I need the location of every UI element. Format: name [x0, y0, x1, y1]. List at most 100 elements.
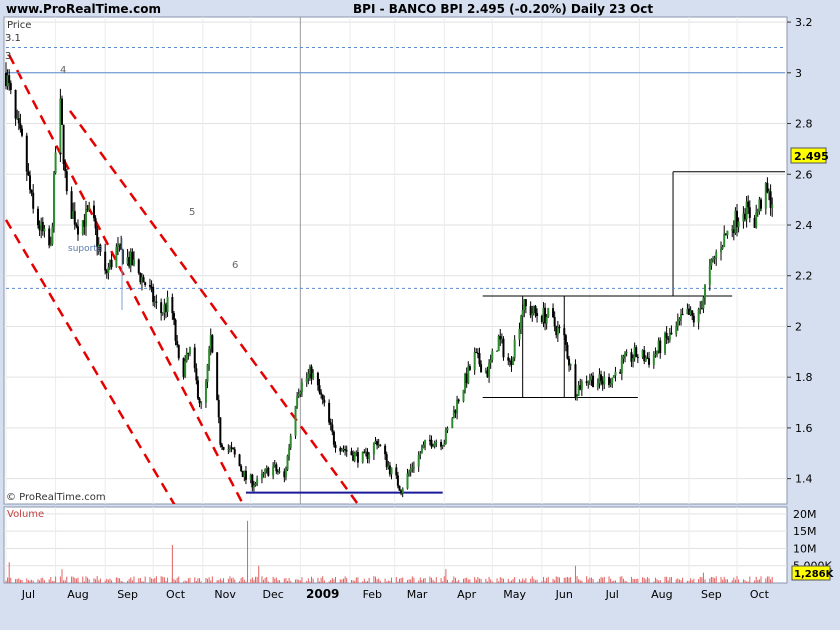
candle-body: [406, 473, 409, 489]
candle-body: [430, 439, 433, 447]
candle-body: [278, 471, 281, 473]
candle-body: [288, 447, 291, 456]
candle-body: [398, 485, 401, 491]
candle-body: [670, 332, 673, 335]
candle-body: [51, 226, 54, 245]
candle-body: [88, 205, 91, 210]
annotation-suporte: suporte: [68, 244, 103, 254]
candle-body: [534, 305, 537, 314]
candle-body: [174, 319, 177, 341]
candle-body: [60, 98, 63, 125]
candle-body: [512, 358, 515, 365]
month-label: Jul: [21, 588, 35, 601]
candle-body: [475, 352, 478, 354]
candle-body: [496, 351, 499, 353]
month-label: Oct: [750, 588, 770, 601]
candle-body: [328, 402, 331, 423]
candle-body: [216, 352, 219, 400]
candle-body: [297, 394, 300, 397]
candle-body: [232, 448, 235, 450]
candle-body: [64, 164, 67, 172]
candle-body: [144, 282, 147, 285]
candle-body: [52, 173, 55, 227]
candle-body: [256, 479, 259, 484]
month-label: Aug: [651, 588, 672, 601]
candle-body: [198, 398, 201, 404]
candle-body: [376, 441, 379, 446]
candle-body: [385, 454, 388, 468]
candle-body: [468, 366, 471, 370]
annotation-6: 6: [232, 260, 238, 271]
candle-body: [25, 135, 28, 172]
candle-body: [166, 297, 169, 312]
candle-body: [678, 318, 681, 321]
candle-body: [76, 226, 79, 235]
candle-body: [368, 454, 371, 460]
candle-body: [632, 358, 635, 362]
candle-body: [564, 335, 567, 345]
candle-body: [435, 442, 438, 444]
candle-body: [92, 205, 95, 219]
candle-body: [488, 362, 491, 378]
candle-body: [652, 354, 655, 365]
candle-body: [417, 454, 420, 467]
candle-body: [361, 451, 364, 463]
candle-body: [318, 385, 321, 393]
candle-body: [188, 347, 191, 354]
candle-body: [320, 392, 323, 395]
candle-body: [622, 356, 625, 359]
candle-body: [233, 449, 236, 455]
annotation-4: 4: [60, 65, 66, 76]
candle-body: [356, 452, 359, 463]
price-tick-label: 2: [795, 320, 802, 333]
price-label: Price: [7, 20, 31, 31]
candle-body: [286, 455, 289, 470]
annotation-3: 3: [5, 51, 11, 62]
month-label: Apr: [457, 588, 477, 601]
candle-body: [222, 447, 225, 450]
candle-body: [704, 284, 707, 298]
copyright-label: © ProRealTime.com: [6, 492, 106, 503]
candle-body: [648, 358, 651, 365]
candle-body: [771, 204, 774, 208]
candle-body: [507, 357, 510, 361]
candle-body: [665, 332, 668, 338]
candle-body: [331, 424, 334, 432]
candle-body: [54, 152, 57, 174]
candle-body: [48, 228, 51, 246]
candle-body: [656, 350, 659, 354]
candle-body: [65, 171, 68, 192]
candle-body: [184, 361, 187, 377]
candle-body: [260, 473, 263, 480]
candle-body: [267, 467, 270, 476]
candle-body: [396, 475, 399, 486]
candle-body: [636, 356, 639, 358]
candle-body: [353, 452, 356, 461]
candle-body: [196, 380, 199, 399]
candle-body: [379, 444, 382, 446]
candle-body: [299, 391, 302, 395]
candle-body: [345, 450, 348, 452]
candle-body: [372, 443, 375, 455]
candle-body: [587, 380, 590, 384]
candle-body: [305, 378, 308, 383]
candle-body: [275, 464, 278, 472]
candle-body: [747, 201, 750, 208]
volume-panel: [3, 506, 788, 584]
candle-body: [408, 471, 411, 474]
candle-body: [412, 466, 415, 468]
candle-body: [611, 377, 614, 384]
candle-body: [692, 315, 695, 323]
candle-body: [676, 320, 679, 327]
candle-body: [596, 383, 599, 388]
candle-body: [32, 192, 35, 209]
candle-body: [441, 445, 444, 447]
candle-body: [176, 340, 179, 346]
candle-body: [521, 310, 524, 317]
candle-body: [323, 399, 326, 403]
candle-body: [566, 344, 569, 359]
candle-body: [755, 212, 758, 228]
candle-body: [614, 371, 617, 376]
candle-body: [321, 394, 324, 400]
candle-body: [609, 383, 612, 386]
